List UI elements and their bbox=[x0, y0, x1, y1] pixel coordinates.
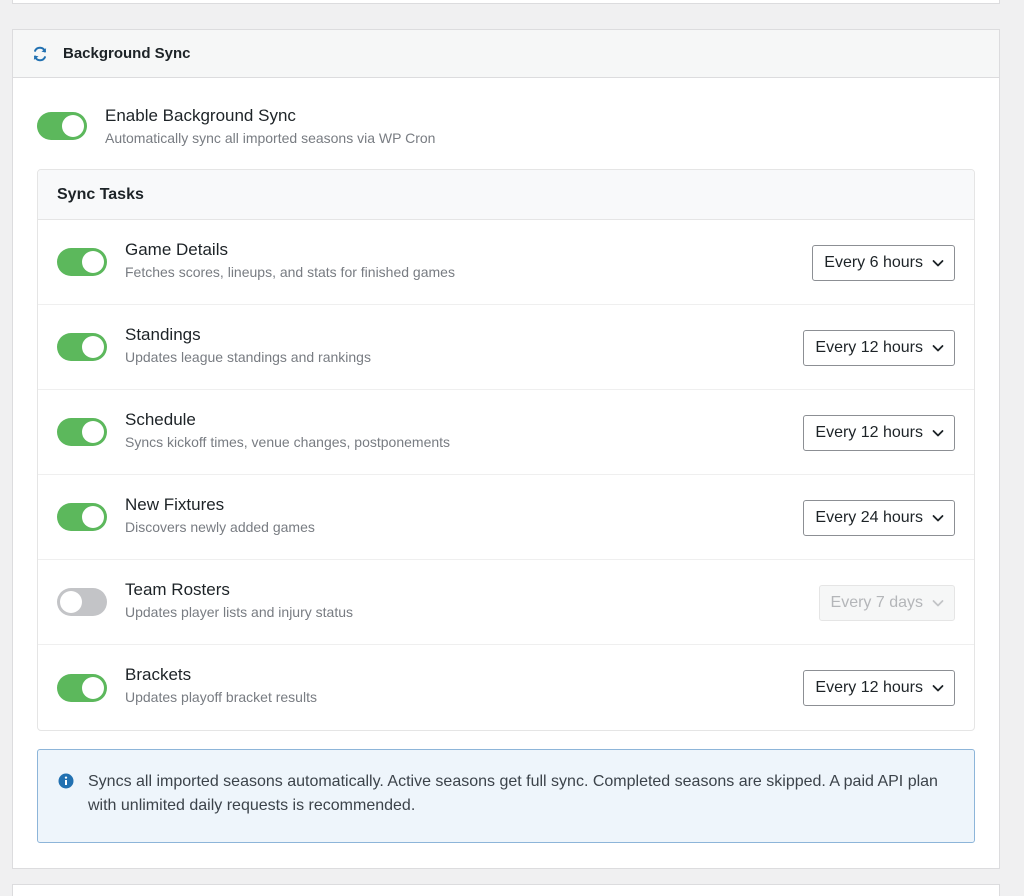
brackets-toggle[interactable] bbox=[57, 673, 107, 702]
chevron-down-icon bbox=[931, 511, 945, 525]
schedule-toggle[interactable] bbox=[57, 418, 107, 446]
task-description: Syncs kickoff times, venue changes, post… bbox=[125, 433, 451, 450]
sync-tasks-header: Sync Tasks bbox=[38, 170, 974, 220]
info-icon bbox=[58, 773, 74, 789]
task-title: Game Details bbox=[125, 239, 228, 259]
standings-toggle[interactable] bbox=[57, 333, 107, 361]
next-panel bbox=[12, 884, 1000, 896]
game-details-frequency-select[interactable]: Every 6 hours bbox=[812, 245, 955, 281]
select-value: Every 24 hours bbox=[815, 509, 923, 526]
chevron-down-icon bbox=[931, 681, 945, 695]
sync-tasks-card: Sync Tasks Game Details Fetches scores, … bbox=[37, 169, 975, 731]
enable-background-sync: Enable Background Sync Automatically syn… bbox=[37, 106, 435, 147]
sync-icon bbox=[31, 45, 49, 63]
select-value: Every 12 hours bbox=[815, 339, 923, 356]
select-value: Every 12 hours bbox=[815, 424, 923, 441]
select-value: Every 7 days bbox=[830, 594, 923, 611]
task-description: Discovers newly added games bbox=[125, 518, 315, 535]
task-description: Updates league standings and rankings bbox=[125, 348, 371, 365]
panel-title: Background Sync bbox=[63, 45, 191, 62]
chevron-down-icon bbox=[931, 256, 945, 270]
task-row-team-rosters: Team Rosters Updates player lists and in… bbox=[38, 560, 974, 645]
chevron-down-icon bbox=[931, 341, 945, 355]
team-rosters-toggle[interactable] bbox=[57, 588, 107, 616]
standings-frequency-select[interactable]: Every 12 hours bbox=[803, 330, 955, 366]
task-row-brackets: Brackets Updates playoff bracket results… bbox=[38, 645, 974, 730]
task-row-new-fixtures: New Fixtures Discovers newly added games… bbox=[38, 475, 974, 560]
previous-panel bbox=[12, 0, 1000, 4]
task-row-game-details: Game Details Fetches scores, lineups, an… bbox=[38, 220, 974, 305]
task-description: Updates player lists and injury status bbox=[125, 603, 353, 620]
background-sync-panel: Background Sync Enable Background Sync A… bbox=[12, 29, 1000, 869]
select-value: Every 12 hours bbox=[815, 679, 923, 696]
notice-text: Syncs all imported seasons automatically… bbox=[88, 773, 938, 814]
task-title: New Fixtures bbox=[125, 494, 225, 514]
task-title: Brackets bbox=[125, 665, 192, 684]
panel-header: Background Sync bbox=[13, 30, 999, 78]
schedule-frequency-select[interactable]: Every 12 hours bbox=[803, 415, 955, 451]
task-row-standings: Standings Updates league standings and r… bbox=[38, 305, 974, 390]
chevron-down-icon bbox=[931, 596, 945, 610]
enable-background-sync-toggle[interactable] bbox=[37, 112, 87, 140]
master-title: Enable Background Sync bbox=[105, 106, 296, 125]
info-notice: Syncs all imported seasons automatically… bbox=[37, 749, 975, 843]
task-title: Team Rosters bbox=[125, 579, 230, 599]
master-description: Automatically sync all imported seasons … bbox=[105, 130, 436, 146]
task-description: Updates playoff bracket results bbox=[125, 689, 317, 705]
team-rosters-frequency-select: Every 7 days bbox=[818, 585, 955, 621]
select-value: Every 6 hours bbox=[824, 254, 923, 271]
task-title: Standings bbox=[125, 324, 201, 344]
game-details-toggle[interactable] bbox=[57, 248, 107, 276]
task-row-schedule: Schedule Syncs kickoff times, venue chan… bbox=[38, 390, 974, 475]
task-title: Schedule bbox=[125, 409, 196, 429]
new-fixtures-frequency-select[interactable]: Every 24 hours bbox=[803, 500, 955, 536]
chevron-down-icon bbox=[931, 426, 945, 440]
brackets-frequency-select[interactable]: Every 12 hours bbox=[803, 670, 955, 706]
task-description: Fetches scores, lineups, and stats for f… bbox=[125, 263, 455, 280]
new-fixtures-toggle[interactable] bbox=[57, 503, 107, 531]
